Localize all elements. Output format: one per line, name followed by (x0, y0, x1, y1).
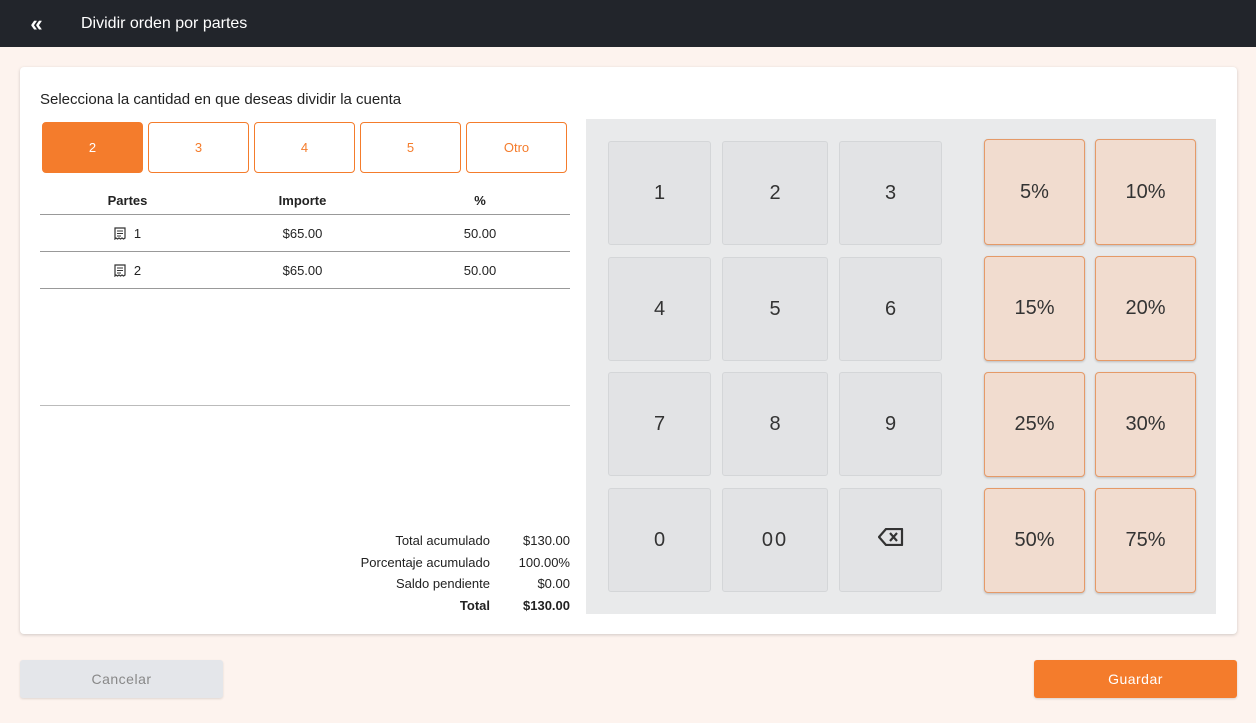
part-amount: $65.00 (282, 225, 323, 241)
grand-total-row: Total $130.00 (459, 597, 570, 613)
percent-key-20[interactable]: 20% (1095, 256, 1196, 361)
key-3[interactable]: 3 (839, 141, 942, 245)
parts-table: Partes Importe % 1 $65.00 50.00 2 $65.00… (40, 187, 570, 289)
split-card: Selecciona la cantidad en que deseas div… (20, 67, 1237, 634)
pending-balance-row: Saldo pendiente $0.00 (396, 576, 570, 592)
percent-key-50[interactable]: 50% (984, 488, 1085, 593)
header-parts: Partes (107, 193, 148, 208)
table-header: Partes Importe % (40, 187, 570, 215)
total-accumulated-row: Total acumulado $130.00 (395, 533, 570, 549)
instruction-text: Selecciona la cantidad en que deseas div… (40, 91, 402, 108)
percent-accumulated-row: Porcentaje acumulado 100.00% (360, 554, 570, 570)
key-0[interactable]: 0 (608, 488, 711, 592)
receipt-icon (114, 226, 126, 240)
page-title: Dividir orden por partes (81, 14, 248, 32)
table-divider (40, 405, 570, 406)
split-option-2[interactable]: 2 (42, 122, 143, 173)
part-percent: 50.00 (463, 225, 497, 241)
percent-key-10[interactable]: 10% (1095, 139, 1196, 245)
cancel-button[interactable]: Cancelar (20, 660, 223, 698)
key-6[interactable]: 6 (839, 257, 942, 361)
part-percent: 50.00 (463, 262, 497, 278)
save-button[interactable]: Guardar (1034, 660, 1237, 698)
key-5[interactable]: 5 (722, 257, 828, 361)
split-option-5[interactable]: 5 (360, 122, 461, 173)
key-8[interactable]: 8 (722, 372, 828, 476)
table-row[interactable]: 2 $65.00 50.00 (40, 252, 570, 289)
split-option-4[interactable]: 4 (254, 122, 355, 173)
percent-key-30[interactable]: 30% (1095, 372, 1196, 477)
percent-key-15[interactable]: 15% (984, 256, 1085, 361)
double-chevron-left-icon: « (30, 10, 42, 36)
receipt-icon (114, 263, 126, 277)
keypad-panel: 1 2 3 4 5 6 7 8 9 0 00 5% 10% 15% 20% 25… (586, 119, 1216, 614)
key-1[interactable]: 1 (608, 141, 711, 245)
percent-key-25[interactable]: 25% (984, 372, 1085, 477)
split-option-3[interactable]: 3 (148, 122, 249, 173)
backspace-icon (877, 527, 904, 552)
key-2[interactable]: 2 (722, 141, 828, 245)
part-amount: $65.00 (282, 262, 323, 278)
percent-key-75[interactable]: 75% (1095, 488, 1196, 593)
part-number: 2 (133, 262, 142, 278)
key-00[interactable]: 00 (722, 488, 828, 592)
header-amount: Importe (278, 193, 327, 208)
key-9[interactable]: 9 (839, 372, 942, 476)
back-button[interactable]: « (0, 0, 70, 47)
percent-key-5[interactable]: 5% (984, 139, 1085, 245)
top-bar: « Dividir orden por partes (0, 0, 1256, 47)
split-option-other[interactable]: Otro (466, 122, 567, 173)
split-options: 2 3 4 5 Otro (42, 122, 567, 173)
part-number: 1 (133, 225, 142, 241)
backspace-key[interactable] (839, 488, 942, 592)
totals-summary: Total acumulado $130.00 Porcentaje acumu… (320, 530, 570, 616)
key-7[interactable]: 7 (608, 372, 711, 476)
header-percent: % (474, 193, 486, 208)
key-4[interactable]: 4 (608, 257, 711, 361)
table-row[interactable]: 1 $65.00 50.00 (40, 215, 570, 252)
